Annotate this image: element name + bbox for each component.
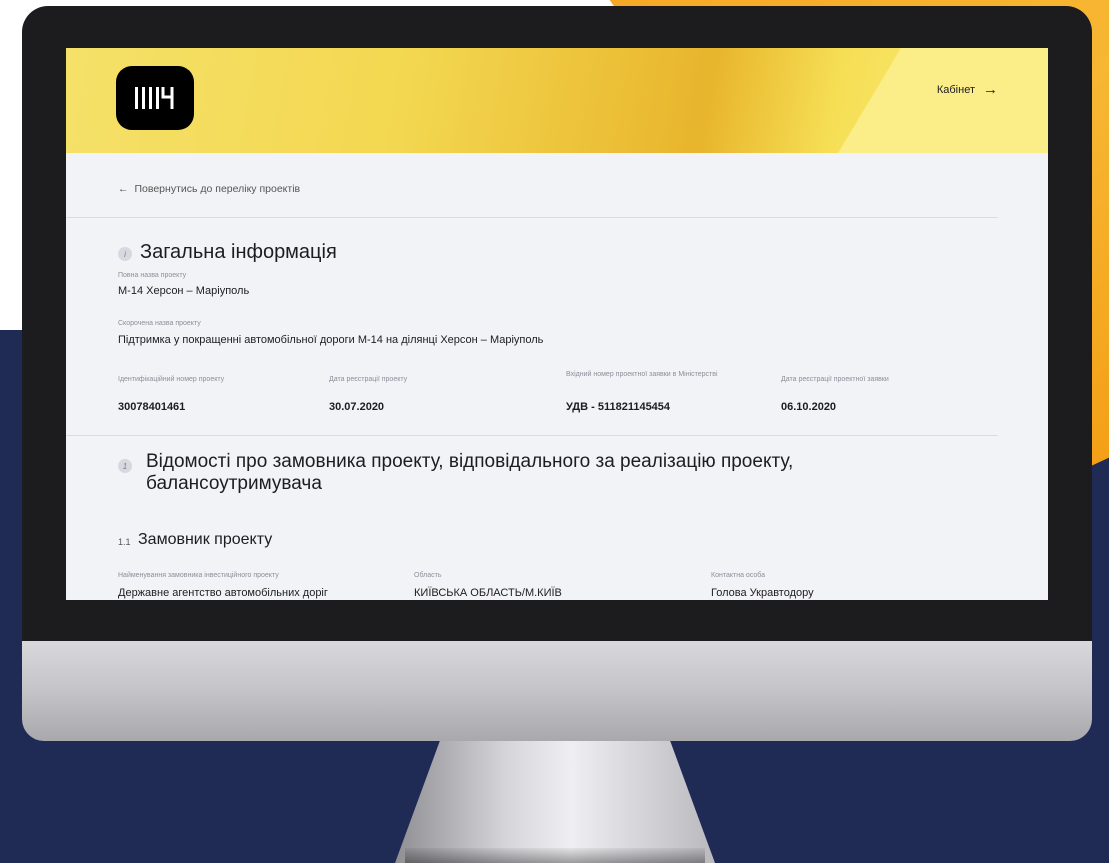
section-number-badge: 1 [118, 459, 132, 473]
application-date-value: 06.10.2020 [781, 401, 837, 413]
back-link[interactable]: ← Повернутись до переліку проектів [118, 183, 300, 195]
incoming-number-label: Вхідний номер проектної заявки в Міністе… [566, 371, 718, 378]
short-name-value: Підтримка у покращенні автомобільної дор… [118, 334, 544, 346]
cabinet-link[interactable]: Кабінет → [937, 81, 998, 98]
general-info-title: Загальна інформація [140, 241, 337, 263]
full-name-value: М-14 Херсон – Маріуполь [118, 285, 250, 297]
arrow-left-icon: ← [118, 183, 129, 195]
id-number-label: Ідентифікаційний номер проекту [118, 376, 225, 383]
section1-title-line1: Відомості про замовника проекту, відпові… [146, 451, 794, 472]
monitor-stand-base [405, 848, 705, 863]
section1-title-line2: балансоутримувача [146, 473, 322, 494]
section11-title: Замовник проекту [138, 531, 273, 548]
header-decoration [838, 48, 1048, 153]
id-number-value: 30078401461 [118, 401, 186, 413]
monitor-stand [395, 741, 715, 863]
logo-mark-icon [135, 87, 174, 109]
full-name-label: Повна назва проекту [118, 272, 187, 279]
registration-date-label: Дата реєстрації проекту [329, 376, 408, 383]
arrow-right-icon: → [983, 81, 998, 98]
divider [66, 217, 998, 218]
cabinet-label: Кабінет [936, 83, 975, 96]
short-name-label: Скорочена назва проекту [118, 320, 201, 327]
customer-name-value: Державне агентство автомобільних доріг [118, 587, 328, 599]
site-header: Кабінет → [66, 48, 1048, 153]
main-content: ← Повернутись до переліку проектів i Заг… [66, 153, 1048, 600]
incoming-number-value: УДВ - 511821145454 [566, 401, 671, 413]
divider [66, 435, 998, 436]
screen: Кабінет → ← Повернутись до переліку прое… [66, 48, 1048, 600]
back-link-label: Повернутись до переліку проектів [134, 183, 301, 195]
info-icon: i [118, 247, 132, 261]
site-logo[interactable] [116, 66, 194, 130]
contact-person-value: Голова Укравтодору [711, 587, 814, 599]
region-value: КИЇВСЬКА ОБЛАСТЬ/М.КИЇВ [414, 587, 562, 599]
region-label: Область [414, 572, 442, 579]
monitor-chin [22, 641, 1092, 741]
contact-person-label: Контактна особа [711, 572, 766, 579]
application-date-label: Дата реєстрації проектної заявки [781, 376, 889, 383]
customer-name-label: Найменування замовника інвестиційного пр… [118, 572, 279, 579]
registration-date-value: 30.07.2020 [329, 401, 385, 413]
section11-number: 1.1 [118, 537, 131, 547]
